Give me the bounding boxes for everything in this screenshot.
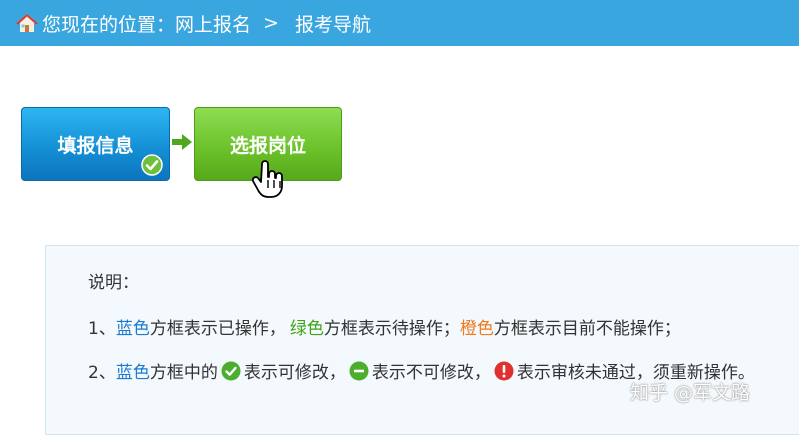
step-fill-info-button[interactable]: 填报信息 [21,107,170,181]
line2-not-editable: 表示不可修改， [371,363,491,383]
breadcrumb: 您现在的位置：网上报名 > 报考导航 [0,0,799,46]
line1-blue-desc: 方框表示已操作， [149,319,286,339]
line1-green-word: 绿色 [289,319,324,339]
step-fill-info-label: 填报信息 [57,134,134,157]
line1-orange-word: 橙色 [459,319,494,339]
watermark: 知乎 @军文路 [630,382,751,404]
arrow-right-icon [172,134,192,150]
line2-mid: 方框中的 [149,363,218,383]
line1-orange-desc: 方框表示目前不能操作； [493,319,681,339]
exclamation-icon [494,361,514,380]
line2-editable: 表示可修改， [243,363,346,383]
line1-prefix: 1、 [88,319,116,339]
instructions-line-1: 1、 蓝色 方框表示已操作， 绿色 方框表示待操作； 橙色 方框表示目前不能操作… [88,314,681,339]
minus-icon [349,361,369,380]
hand-cursor-icon [251,160,283,198]
line1-blue-word: 蓝色 [115,319,150,339]
instructions-title-text: 说明： [88,273,139,293]
line2-prefix: 2、 [88,363,116,383]
breadcrumb-current: 报考导航 [294,13,371,36]
line2-blue-word: 蓝色 [115,363,150,383]
instructions-title: 说明： [88,268,139,293]
breadcrumb-location[interactable]: 您现在的位置：网上报名 [42,10,251,37]
step-select-position-label: 选报岗位 [229,134,306,157]
line1-green-desc: 方框表示待操作； [323,319,460,339]
check-icon [141,154,163,176]
home-icon[interactable] [16,12,38,34]
instructions-panel [45,245,799,435]
check-icon [221,361,241,380]
breadcrumb-separator: > [263,12,279,34]
